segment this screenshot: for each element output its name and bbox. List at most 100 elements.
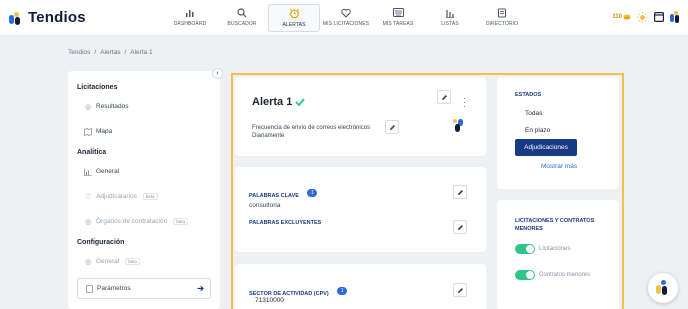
edit-title-button[interactable]	[437, 90, 451, 104]
window-icon[interactable]	[654, 12, 664, 22]
estados-title: ESTADOS	[515, 92, 542, 98]
breadcrumb-tendios[interactable]: Tendios	[68, 49, 90, 56]
breadcrumb-alerta-1: Alerta 1	[130, 49, 153, 56]
show-more-link[interactable]: Mostrar más	[541, 163, 577, 170]
header-actions: 110	[612, 11, 680, 23]
alarm-clock-icon	[288, 8, 300, 19]
frequency-label: Frecuencia de envío de correos electróni…	[252, 125, 371, 131]
assistant-logo-icon	[656, 280, 670, 296]
heart-icon	[340, 7, 352, 18]
beta-badge: beta	[142, 193, 158, 200]
frequency-value: Diariamente	[252, 133, 285, 139]
nav-buscador-label: BUSCADOR	[227, 21, 257, 27]
sidebar-section-licitaciones: Licitaciones	[77, 84, 118, 91]
pencil-icon	[457, 224, 463, 230]
floating-assistant-button[interactable]	[648, 273, 678, 303]
alert-card: Alerta 1 · · · Frecuencia de envío de corr…	[235, 77, 486, 156]
licitaciones-toggle-label: Licitaciones	[539, 246, 571, 252]
sidebar-item-label: Parámetros	[97, 285, 131, 292]
sector-code: 71310000	[255, 297, 284, 304]
nav-mis-licitaciones-label: MIS LICITACIONES	[322, 21, 370, 27]
nav-mis-licitaciones[interactable]: MIS LICITACIONES	[320, 4, 372, 32]
edit-sector-button[interactable]	[453, 283, 467, 297]
chart-icon	[84, 168, 92, 176]
brand-name: Tendios	[28, 9, 86, 26]
map-icon	[84, 127, 92, 136]
pencil-icon	[457, 287, 463, 293]
more-options-icon[interactable]: · · ·	[463, 94, 466, 111]
breadcrumb-separator: /	[94, 49, 97, 56]
estado-option-todas[interactable]: Todas	[525, 110, 542, 117]
sidebar-item-label: General	[96, 258, 120, 265]
nav-buscador[interactable]: BUSCADOR	[216, 4, 268, 32]
edit-excluded-keywords-button[interactable]	[453, 220, 467, 234]
frequency-block: Frecuencia de envío de correos electróni…	[252, 124, 370, 140]
breadcrumb-separator: /	[124, 49, 127, 56]
pencil-icon	[389, 124, 395, 130]
edit-keywords-button[interactable]	[453, 185, 467, 199]
sidebar-item-config-general[interactable]: ◎ General beta	[84, 249, 211, 274]
nav-directorio[interactable]: DIRECTORIO	[476, 4, 528, 32]
keyboard-icon	[392, 7, 404, 18]
sidebar-item-general[interactable]: General	[84, 159, 211, 184]
sidebar-item-adjudicatarios[interactable]: ♡ Adjudicatarios beta	[84, 184, 211, 209]
nav-dashboard-label: DASHBOARD	[173, 21, 207, 27]
sidebar-item-mapa[interactable]: Mapa	[84, 119, 211, 144]
target-icon: ◎	[84, 218, 92, 226]
search-icon	[236, 7, 248, 18]
pencil-icon	[457, 189, 463, 195]
keywords-count-badge: 1	[307, 188, 318, 197]
nav-dashboard[interactable]: DASHBOARD	[164, 4, 216, 32]
licitaciones-toggle[interactable]	[515, 244, 535, 254]
coin-stack-icon	[623, 14, 631, 20]
sidebar-item-label: Mapa	[96, 128, 113, 135]
avatar[interactable]	[670, 11, 680, 23]
sidebar-item-organos[interactable]: ◎ Órganos de contratación beta	[84, 209, 211, 234]
collapse-sidebar-button[interactable]: ‹	[212, 68, 223, 79]
sector-count-badge: 1	[337, 286, 348, 295]
nav-alertas[interactable]: ALERTAS	[268, 4, 320, 32]
coins-value: 110	[612, 14, 622, 20]
notification-logo-icon	[453, 119, 465, 133]
sun-theme-icon[interactable]	[637, 11, 648, 23]
sidebar-item-label: General	[96, 168, 120, 175]
document-icon	[85, 284, 93, 293]
tendios-logo-icon	[8, 10, 24, 26]
contratos-menores-toggle[interactable]	[515, 270, 535, 280]
sidebar-item-parametros-left: Parámetros	[85, 284, 131, 293]
estado-option-adjudicaciones[interactable]: Adjudicaciones	[515, 139, 577, 156]
sidebar: Licitaciones ◎ Resultados Mapa Analítica…	[68, 71, 220, 309]
nav-mis-tareas-label: MIS TAREAS	[382, 21, 414, 27]
brand-logo[interactable]: Tendios	[8, 9, 86, 26]
sidebar-item-parametros[interactable]: Parámetros ➔	[77, 278, 211, 299]
bar-chart-icon	[184, 7, 196, 18]
nav-directorio-label: DIRECTORIO	[485, 21, 519, 27]
target-icon: ◎	[84, 258, 92, 266]
breadcrumb-alertas[interactable]: Alertas	[100, 49, 120, 56]
coins-counter[interactable]: 110	[612, 14, 631, 20]
alert-title: Alerta 1	[252, 96, 306, 108]
sidebar-item-resultados[interactable]: ◎ Resultados	[84, 94, 211, 119]
keywords-value: consultoria	[249, 202, 281, 209]
keywords-card: PALABRAS CLAVE 1 consultoria PALABRAS EX…	[235, 167, 486, 252]
nav-listas[interactable]: LISTAS	[424, 4, 476, 32]
heart-icon: ♡	[84, 193, 92, 201]
beta-badge: beta	[173, 218, 188, 225]
pencil-icon	[441, 94, 447, 100]
top-navigation-bar: Tendios DASHBOARD BUSCADOR ALERTAS MIS L…	[0, 0, 688, 36]
menores-title: LICITACIONES Y CONTRATOS MENORES	[515, 218, 595, 232]
excluded-keywords-label: PALABRAS EXCLUYENTES	[249, 220, 322, 226]
target-icon: ◎	[84, 103, 92, 111]
keywords-header: PALABRAS CLAVE 1	[249, 184, 318, 202]
contratos-toggle-label: Contratos menores	[539, 272, 591, 278]
breadcrumb: Tendios / Alertas / Alerta 1	[68, 49, 153, 56]
sidebar-item-label: Resultados	[96, 103, 129, 110]
estado-option-en-plazo[interactable]: En plazo	[525, 127, 550, 134]
nav-listas-label: LISTAS	[441, 21, 459, 27]
alert-title-text: Alerta 1	[252, 96, 293, 108]
nav-mis-tareas[interactable]: MIS TAREAS	[372, 4, 424, 32]
nav-alertas-label: ALERTAS	[282, 22, 306, 28]
menores-card: LICITACIONES Y CONTRATOS MENORES Licitac…	[497, 200, 619, 309]
edit-frequency-button[interactable]	[385, 120, 399, 134]
sidebar-section-configuracion: Configuración	[77, 239, 125, 246]
